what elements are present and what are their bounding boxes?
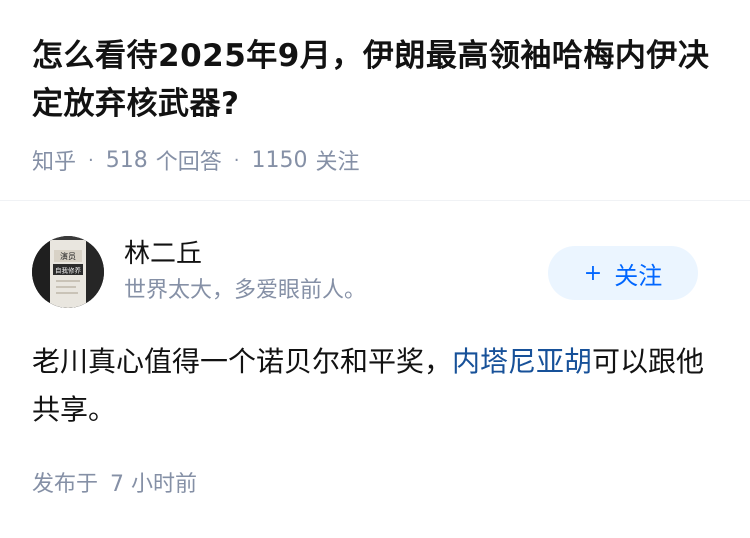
meta-separator: · [88, 149, 94, 171]
post-time: 发布于 7 小时前 [32, 468, 197, 502]
avatar-book-title-1: 演员 [60, 251, 76, 261]
source-label[interactable]: 知乎 [32, 144, 76, 176]
post-time-label: 发布于 [32, 472, 99, 497]
follow-button-label: 关注 [614, 261, 663, 290]
answers-count: 518 [105, 147, 148, 173]
answer-text-part1: 老川真心值得一个诺贝尔和平奖， [32, 345, 453, 378]
answers-label: 个回答 [155, 150, 222, 175]
question-title[interactable]: 怎么看待2025年9月，伊朗最高领袖哈梅内伊决定放弃核武器? [32, 32, 722, 128]
avatar-image: 演员 自我修养 [32, 236, 104, 308]
post-time-value: 7 小时前 [110, 472, 198, 497]
plus-icon: + [583, 260, 603, 286]
follows-label: 关注 [315, 150, 360, 175]
meta-separator: · [233, 149, 240, 171]
avatar[interactable]: 演员 自我修养 [32, 236, 104, 308]
answer-content: 老川真心值得一个诺贝尔和平奖，内塔尼亚胡可以跟他共享。 [32, 338, 722, 434]
follows-count: 1150 [251, 147, 308, 173]
author-name[interactable]: 林二丘 [124, 236, 202, 272]
question-meta: 知乎 · 518 个回答 · 1150 关注 [32, 144, 360, 176]
author-bio: 世界太大，多爱眼前人。 [124, 278, 367, 303]
avatar-book-title-2: 自我修养 [55, 266, 82, 275]
answer-link[interactable]: 内塔尼亚胡 [452, 345, 592, 378]
follow-button[interactable]: + 关注 [548, 246, 698, 300]
section-divider [0, 200, 750, 201]
